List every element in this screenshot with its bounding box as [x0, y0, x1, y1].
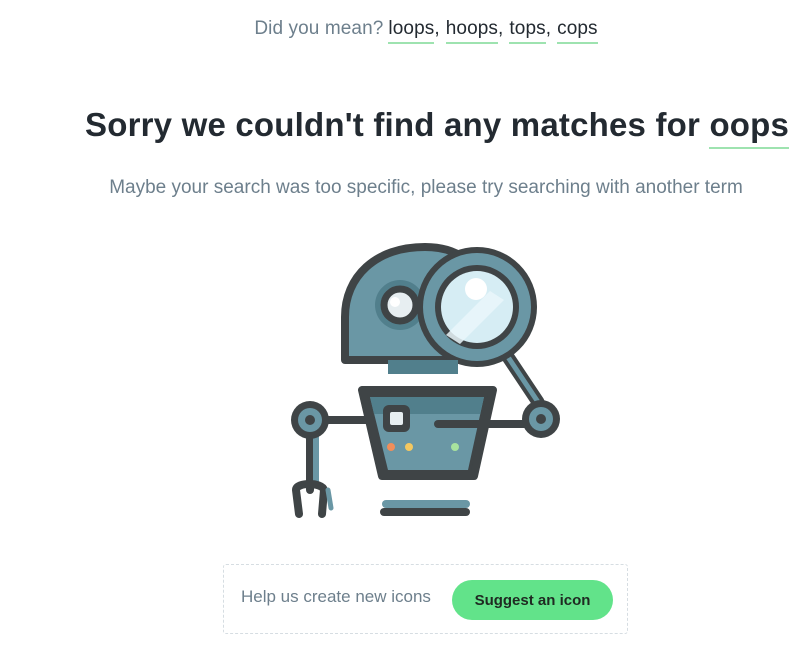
- suggest-icon-panel: Help us create new icons Suggest an icon: [223, 564, 628, 634]
- did-you-mean: Did you mean? loops, hoops, tops, cops: [0, 18, 810, 44]
- no-results-heading-text: Sorry we couldn't find any matches for: [85, 106, 701, 143]
- suggestion-link-hoops[interactable]: hoops: [445, 18, 499, 44]
- did-you-mean-label: Did you mean?: [254, 18, 384, 39]
- suggestion-link-loops[interactable]: loops: [388, 18, 435, 44]
- separator: ,: [434, 18, 440, 39]
- no-results-heading: Sorry we couldn't find any matches for o…: [85, 106, 790, 149]
- suggestion-link-cops[interactable]: cops: [557, 18, 598, 44]
- suggest-icon-prompt: Help us create new icons: [241, 587, 431, 606]
- robot-with-magnifying-glass-icon: [270, 232, 580, 532]
- search-term: oops: [709, 106, 790, 149]
- separator: ,: [498, 18, 504, 39]
- suggest-icon-button[interactable]: Suggest an icon: [452, 580, 613, 620]
- suggestion-link-tops[interactable]: tops: [509, 18, 546, 44]
- separator: ,: [545, 18, 552, 39]
- search-empty-page: Did you mean? loops, hoops, tops, cops Sorry…: [0, 0, 810, 672]
- no-results-hint: Maybe your search was too specific, plea…: [109, 177, 743, 198]
